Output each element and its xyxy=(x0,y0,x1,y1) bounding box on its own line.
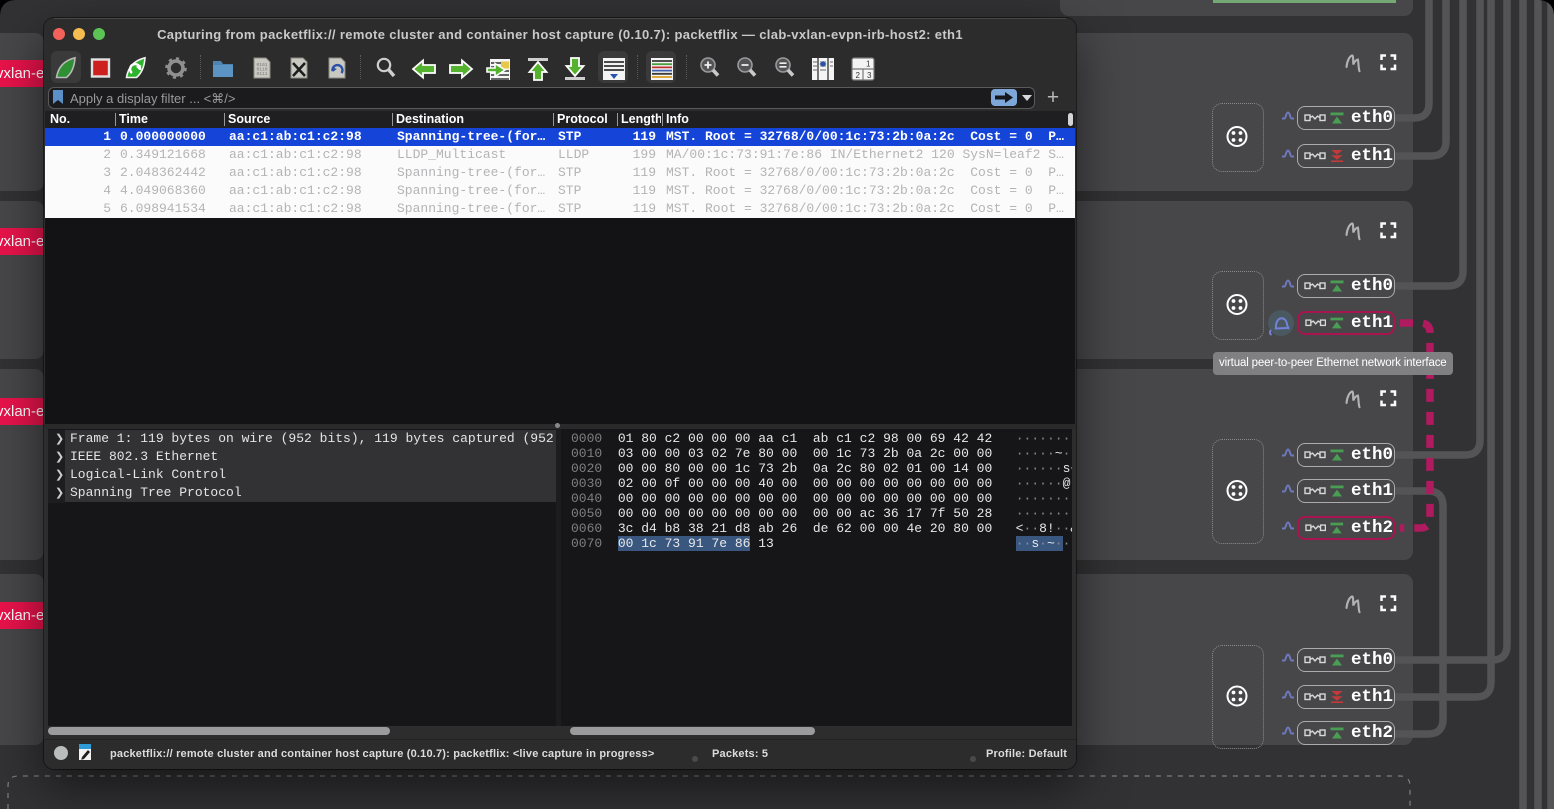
svg-text:3: 3 xyxy=(867,71,872,80)
svg-text:0111: 0111 xyxy=(257,71,268,77)
svg-text:2: 2 xyxy=(856,71,861,80)
svg-text:1: 1 xyxy=(866,60,871,69)
